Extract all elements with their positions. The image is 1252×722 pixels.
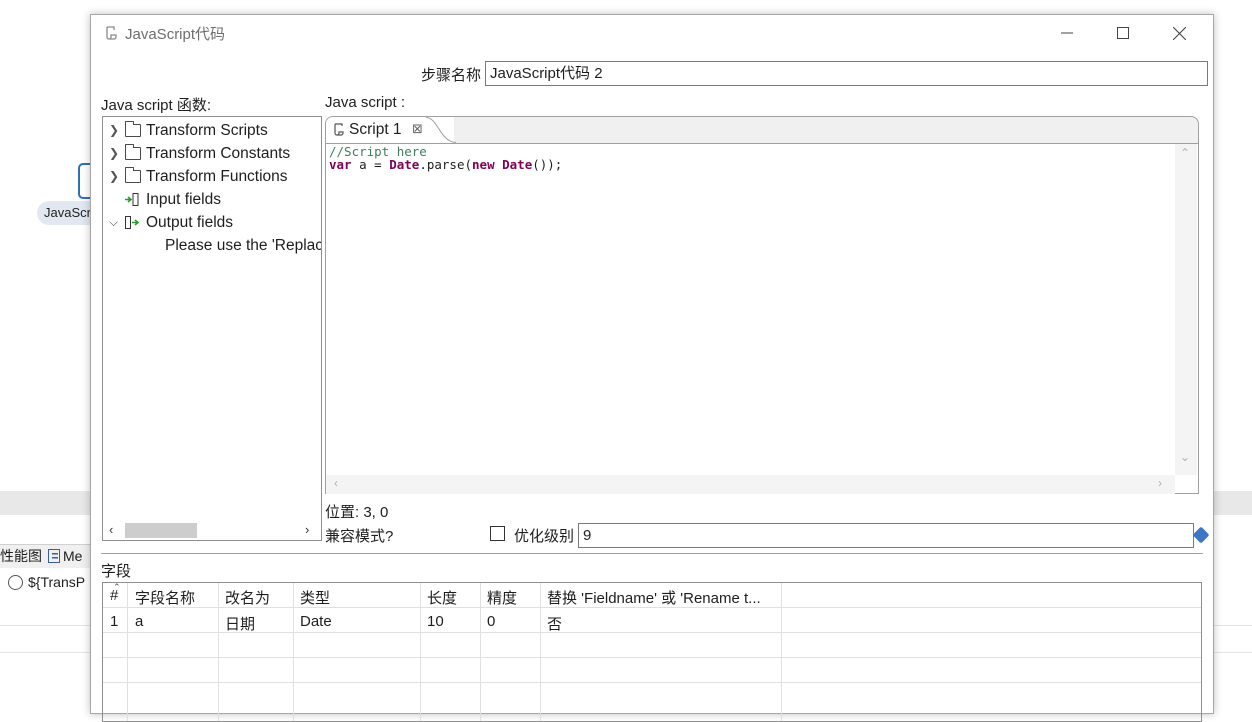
scroll-left-icon[interactable]: ‹ — [109, 522, 113, 537]
step-name-input[interactable]: JavaScript代码 2 — [485, 61, 1208, 86]
tab-metrics[interactable]: Me — [63, 545, 82, 568]
divider — [1213, 652, 1252, 653]
function-tree: ❯ Transform Scripts ❯ Transform Constant… — [102, 116, 322, 541]
header-field-name[interactable]: 字段名称 — [135, 587, 195, 608]
minimize-icon — [1061, 32, 1073, 34]
folder-icon — [125, 121, 141, 137]
chevron-right-icon[interactable]: ❯ — [109, 165, 119, 188]
radio-icon[interactable] — [8, 575, 23, 590]
divider — [1213, 625, 1252, 626]
tab-edge — [426, 117, 466, 143]
tab-performance[interactable]: 性能图 — [0, 545, 42, 568]
header-precision[interactable]: 精度 — [487, 587, 517, 608]
scroll-right-icon[interactable]: › — [305, 522, 309, 537]
script-icon — [106, 26, 117, 40]
header-replace[interactable]: 替换 'Fieldname' 或 'Rename t... — [547, 587, 761, 608]
script-tab-label: Script 1 — [349, 121, 402, 138]
tree-item-label: Transform Constants — [146, 145, 291, 162]
vertical-scrollbar[interactable]: ⌃ ⌄ — [1175, 144, 1197, 475]
functions-label: Java script 函数: — [101, 97, 212, 114]
row-divider — [103, 657, 1201, 658]
javascript-label: Java script : — [325, 94, 406, 111]
header-rename[interactable]: 改名为 — [225, 587, 270, 608]
tree-item-label: Transform Functions — [146, 168, 288, 185]
horizontal-scrollbar[interactable]: ‹ › — [103, 520, 321, 540]
divider — [0, 625, 100, 626]
run-row-label: ${TransP — [28, 574, 86, 590]
horizontal-scrollbar[interactable]: ‹ › — [326, 475, 1175, 494]
chevron-right-icon[interactable]: ❯ — [109, 119, 119, 142]
title-bar: JavaScript代码 — [91, 15, 1213, 51]
header-index[interactable]: # — [110, 587, 118, 604]
output-fields-icon — [125, 216, 139, 229]
table-cell[interactable]: 10 — [427, 613, 444, 630]
chevron-down-icon[interactable]: ⌵ — [109, 211, 119, 234]
code-text-part: ()); — [532, 157, 563, 172]
fields-label: 字段 — [101, 563, 132, 580]
code-text-part: .parse( — [419, 157, 473, 172]
script-icon — [334, 123, 344, 136]
minimize-button[interactable] — [1039, 15, 1095, 51]
input-fields-icon — [125, 193, 139, 206]
script-editor: Script 1 ⊠ //Script here var a = Date.pa… — [325, 116, 1199, 494]
scroll-right-icon[interactable]: › — [1158, 476, 1162, 490]
folder-icon — [125, 144, 141, 160]
table-cell[interactable]: a — [135, 613, 143, 630]
divider — [0, 652, 100, 653]
table-cell[interactable]: 否 — [547, 613, 562, 634]
folder-icon — [125, 167, 141, 183]
scrollbar-thumb[interactable] — [125, 523, 197, 538]
optimize-level-label: 优化级别 — [514, 528, 575, 545]
close-icon — [1172, 26, 1186, 40]
divider — [101, 553, 1203, 554]
close-button[interactable] — [1151, 15, 1207, 51]
compat-mode-checkbox[interactable] — [490, 526, 505, 541]
javascript-dialog: JavaScript代码 步骤名称 JavaScript代码 2 Java sc… — [90, 14, 1214, 722]
scroll-down-icon[interactable]: ⌄ — [1180, 450, 1190, 464]
dialog-title: JavaScript代码 — [125, 26, 226, 43]
row-divider — [103, 632, 1201, 633]
header-length[interactable]: 长度 — [427, 587, 457, 608]
code-object: Date — [389, 157, 420, 172]
tree-item-label: Please use the 'Replac — [165, 237, 322, 254]
table-cell[interactable]: 1 — [110, 613, 118, 630]
cursor-position: 位置: 3, 0 — [325, 504, 389, 521]
close-tab-icon[interactable]: ⊠ — [412, 121, 423, 137]
tree-item-label: Input fields — [146, 191, 221, 208]
scroll-left-icon[interactable]: ‹ — [334, 476, 338, 490]
table-cell[interactable]: 日期 — [225, 613, 255, 634]
compat-mode-label: 兼容模式? — [325, 528, 394, 545]
bottom-tabs: 性能图 Me — [0, 544, 100, 568]
header-type[interactable]: 类型 — [300, 587, 330, 608]
maximize-button[interactable] — [1095, 15, 1151, 51]
fields-table: ⌃ # 字段名称 改名为 类型 长度 精度 替换 'Fieldname' 或 '… — [102, 582, 1202, 722]
run-row[interactable]: ${TransP — [0, 569, 100, 595]
code-keyword: new — [472, 157, 495, 172]
metrics-icon — [48, 549, 60, 563]
variable-icon[interactable] — [1192, 526, 1210, 544]
maximize-icon — [1117, 27, 1129, 39]
chevron-right-icon[interactable]: ❯ — [109, 142, 119, 165]
code-text-part — [495, 157, 503, 172]
table-cell[interactable]: 0 — [487, 613, 495, 630]
row-divider — [103, 682, 1201, 683]
scroll-up-icon[interactable]: ⌃ — [1180, 146, 1190, 160]
step-name-label: 步骤名称 — [421, 67, 482, 84]
code-editor[interactable]: //Script here var a = Date.parse(new Dat… — [326, 143, 1198, 494]
code-object: Date — [502, 157, 533, 172]
code-text-part: a = — [351, 157, 390, 172]
code-keyword: var — [329, 157, 352, 172]
optimize-level-input[interactable]: 9 — [578, 523, 1194, 548]
tree-item-label: Output fields — [146, 214, 234, 231]
code-text[interactable]: //Script here var a = Date.parse(new Dat… — [329, 145, 562, 171]
tree-item-label: Transform Scripts — [146, 122, 268, 139]
table-cell[interactable]: Date — [300, 613, 332, 630]
